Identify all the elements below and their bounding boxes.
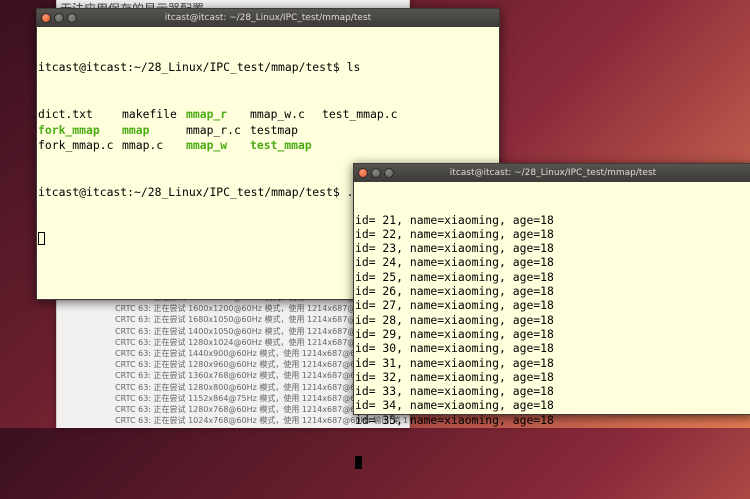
output-line: id= 24, name=xiaoming, age=18 [355,255,554,270]
output-line: id= 32, name=xiaoming, age=18 [355,369,554,384]
titlebar[interactable]: itcast@itcast: ~/28_Linux/IPC_test/mmap/… [37,9,499,27]
file-entry: mmap_w.c [250,106,305,121]
output-line: id= 33, name=xiaoming, age=18 [355,384,554,399]
file-entry: makefile [122,106,177,121]
minimize-icon[interactable] [371,168,381,178]
output-line: id= 28, name=xiaoming, age=18 [355,312,554,327]
ls-row: fork_mmap.c mmap.c mmap_w test_mmap [38,138,499,154]
file-entry: fork_mmap [38,122,100,137]
file-entry: mmap.c [122,138,164,153]
output-line: id= 34, name=xiaoming, age=18 [355,398,554,413]
ls-row: dict.txt makefile mmap_r mmap_w.c test_mmap.… [38,107,499,123]
ls-output: dict.txt makefile mmap_r mmap_w.c test_mmap.… [38,107,499,154]
output-line: id= 35, name=xiaoming, age=18 [355,412,554,427]
output-line: id= 29, name=xiaoming, age=18 [355,326,554,341]
maximize-icon[interactable] [384,168,394,178]
output-line: id= 21, name=xiaoming, age=18 [355,212,554,227]
output-line: id= 27, name=xiaoming, age=18 [355,298,554,313]
ls-row: fork_mmap mmap mmap_r.c testmap [38,123,499,139]
window-title: itcast@itcast: ~/28_Linux/IPC_test/mmap/… [164,13,372,23]
output-line: id= 23, name=xiaoming, age=18 [355,241,554,256]
file-entry: test_mmap [250,138,312,153]
file-entry: mmap_r.c [186,122,241,137]
output-line: id= 30, name=xiaoming, age=18 [355,341,554,356]
text-cursor [355,455,362,469]
output-line: id= 22, name=xiaoming, age=18 [355,226,554,241]
file-entry: test_mmap.c [322,106,398,121]
minimize-icon[interactable] [54,13,64,23]
close-icon[interactable] [358,168,368,178]
terminal-output[interactable]: id= 21, name=xiaoming, age=18 id= 22, nam… [354,182,750,499]
output-line: id= 31, name=xiaoming, age=18 [355,355,554,370]
window-title: itcast@itcast: ~/28_Linux/IPC_test/mmap/… [449,168,657,178]
titlebar[interactable]: itcast@itcast: ~/28_Linux/IPC_test/mmap/… [354,164,750,182]
file-entry: mmap [122,122,150,137]
cursor-line [355,455,750,470]
terminal-window-output[interactable]: itcast@itcast: ~/28_Linux/IPC_test/mmap/… [353,163,750,469]
text-cursor [38,231,45,245]
file-entry: fork_mmap.c [38,138,114,153]
maximize-icon[interactable] [67,13,77,23]
output-line: id= 25, name=xiaoming, age=18 [355,269,554,284]
file-entry: testmap [250,122,299,137]
file-entry: mmap_w [186,138,228,153]
file-entry: mmap_r [186,106,228,121]
output-line: id= 26, name=xiaoming, age=18 [355,284,554,299]
close-icon[interactable] [41,13,51,23]
command-line-ls: itcast@itcast:~/28_Linux/IPC_test/mmap/t… [38,60,361,75]
file-entry: dict.txt [38,106,93,121]
